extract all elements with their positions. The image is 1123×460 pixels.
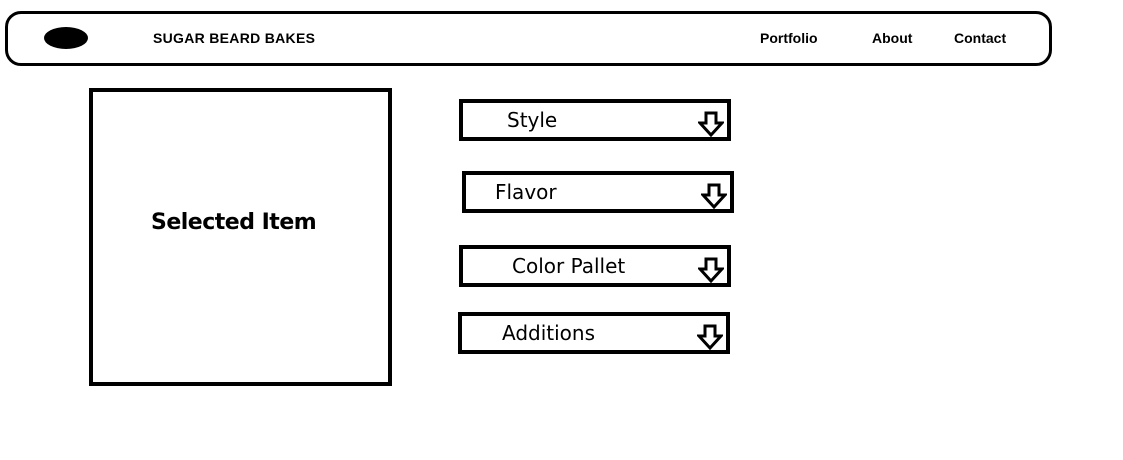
chevron-down-icon (701, 183, 727, 209)
chevron-down-icon (697, 324, 723, 350)
flavor-dropdown-label: Flavor (495, 180, 557, 204)
nav-link-portfolio[interactable]: Portfolio (760, 30, 818, 46)
selected-item-label: Selected Item (151, 210, 317, 235)
flavor-dropdown[interactable]: Flavor (462, 171, 734, 213)
style-dropdown-label: Style (507, 108, 558, 132)
selected-item-panel: Selected Item (89, 88, 392, 386)
logo-icon[interactable] (44, 27, 88, 49)
additions-dropdown[interactable]: Additions (458, 312, 730, 354)
brand-name[interactable]: SUGAR BEARD BAKES (153, 30, 315, 46)
color-pallet-dropdown-label: Color Pallet (512, 254, 626, 278)
color-pallet-dropdown[interactable]: Color Pallet (459, 245, 731, 287)
nav-link-contact[interactable]: Contact (954, 30, 1006, 46)
top-navbar: SUGAR BEARD BAKES Portfolio About Contac… (5, 11, 1052, 66)
chevron-down-icon (698, 257, 724, 283)
nav-link-about[interactable]: About (872, 30, 912, 46)
chevron-down-icon (698, 111, 724, 137)
additions-dropdown-label: Additions (502, 321, 596, 345)
style-dropdown[interactable]: Style (459, 99, 731, 141)
